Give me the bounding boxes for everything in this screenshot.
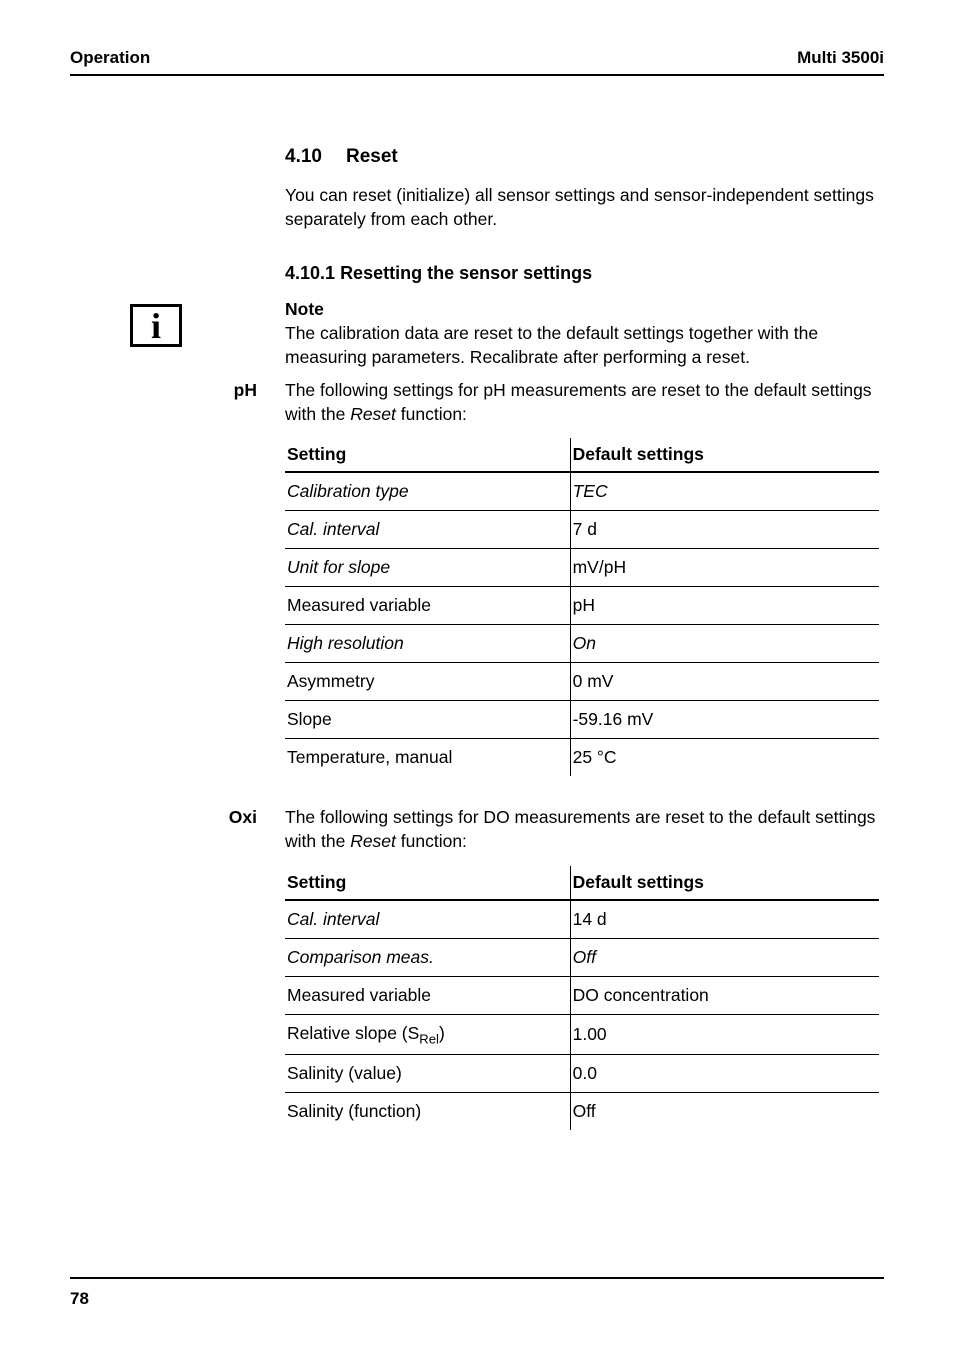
content-area: 4.10 Reset You can reset (initialize) all… (285, 146, 879, 1130)
value-cell: mV/pH (570, 549, 879, 587)
page-header: Operation Multi 3500i (70, 48, 884, 76)
ph-intro-post: function: (396, 404, 467, 424)
setting-cell: Asymmetry (285, 663, 570, 701)
header-right: Multi 3500i (797, 48, 884, 68)
ph-block: pH The following settings for pH measure… (70, 379, 879, 426)
value-cell: On (570, 625, 879, 663)
page-number: 78 (70, 1289, 89, 1309)
value-cell: pH (570, 587, 879, 625)
subsection-number: 4.10.1 (285, 263, 335, 283)
table-row: Slope-59.16 mV (285, 701, 879, 739)
section-number: 4.10 (285, 146, 322, 168)
ph-col1-header: Setting (285, 438, 570, 472)
note-text: Note The calibration data are reset to t… (285, 298, 879, 369)
value-cell: 7 d (570, 511, 879, 549)
value-cell: 25 °C (570, 739, 879, 777)
note-body: The calibration data are reset to the de… (285, 323, 818, 367)
value-cell: Off (570, 1093, 879, 1131)
section-title: Reset (346, 146, 398, 167)
setting-cell: Slope (285, 701, 570, 739)
table-header-row: Setting Default settings (285, 438, 879, 472)
value-cell: 0 mV (570, 663, 879, 701)
setting-cell: Unit for slope (285, 549, 570, 587)
ph-settings-table: Setting Default settings Calibration typ… (285, 438, 879, 776)
subsection-title: Resetting the sensor settings (340, 263, 592, 283)
oxi-side-label: Oxi (70, 806, 285, 828)
oxi-intro: The following settings for DO measuremen… (285, 806, 879, 853)
note-icon-cell: i (70, 298, 285, 347)
table-row: Comparison meas.Off (285, 938, 879, 976)
subsection-heading: 4.10.1 Resetting the sensor settings (285, 263, 879, 284)
value-cell: DO concentration (570, 976, 879, 1014)
value-cell: 0.0 (570, 1055, 879, 1093)
info-icon: i (130, 304, 182, 347)
note-label: Note (285, 298, 879, 322)
table-row: Salinity (value)0.0 (285, 1055, 879, 1093)
oxi-intro-post: function: (396, 831, 467, 851)
ph-intro-em: Reset (350, 404, 396, 424)
oxi-settings-table: Setting Default settings Cal. interval14… (285, 866, 879, 1131)
oxi-col1-header: Setting (285, 866, 570, 900)
value-cell: 14 d (570, 900, 879, 939)
setting-cell: Temperature, manual (285, 739, 570, 777)
table-header-row: Setting Default settings (285, 866, 879, 900)
oxi-col2-header: Default settings (570, 866, 879, 900)
table-row: Relative slope (SRel)1.00 (285, 1014, 879, 1055)
ph-col2-header: Default settings (570, 438, 879, 472)
table-row: Calibration typeTEC (285, 472, 879, 511)
setting-cell: Salinity (value) (285, 1055, 570, 1093)
section-heading: 4.10 Reset (285, 146, 879, 168)
ph-intro: The following settings for pH measuremen… (285, 379, 879, 426)
setting-cell: Comparison meas. (285, 938, 570, 976)
ph-side-label: pH (70, 379, 285, 401)
table-row: Temperature, manual25 °C (285, 739, 879, 777)
oxi-intro-em: Reset (350, 831, 396, 851)
section-intro: You can reset (initialize) all sensor se… (285, 184, 879, 231)
table-row: Salinity (function)Off (285, 1093, 879, 1131)
table-row: Cal. interval14 d (285, 900, 879, 939)
setting-cell: Relative slope (SRel) (285, 1014, 570, 1055)
table-row: Unit for slopemV/pH (285, 549, 879, 587)
setting-cell: Cal. interval (285, 511, 570, 549)
setting-cell: Calibration type (285, 472, 570, 511)
setting-cell: Cal. interval (285, 900, 570, 939)
table-row: Measured variablepH (285, 587, 879, 625)
table-row: Measured variableDO concentration (285, 976, 879, 1014)
value-cell: 1.00 (570, 1014, 879, 1055)
setting-cell: High resolution (285, 625, 570, 663)
header-left: Operation (70, 48, 150, 68)
value-cell: TEC (570, 472, 879, 511)
table-row: Asymmetry0 mV (285, 663, 879, 701)
oxi-block: Oxi The following settings for DO measur… (70, 806, 879, 853)
setting-cell: Salinity (function) (285, 1093, 570, 1131)
setting-cell: Measured variable (285, 976, 570, 1014)
footer-rule (70, 1277, 884, 1279)
page: Operation Multi 3500i 4.10 Reset You can … (0, 0, 954, 1351)
value-cell: -59.16 mV (570, 701, 879, 739)
value-cell: Off (570, 938, 879, 976)
table-row: Cal. interval7 d (285, 511, 879, 549)
setting-cell: Measured variable (285, 587, 570, 625)
note-block: i Note The calibration data are reset to… (70, 298, 879, 369)
table-row: High resolutionOn (285, 625, 879, 663)
